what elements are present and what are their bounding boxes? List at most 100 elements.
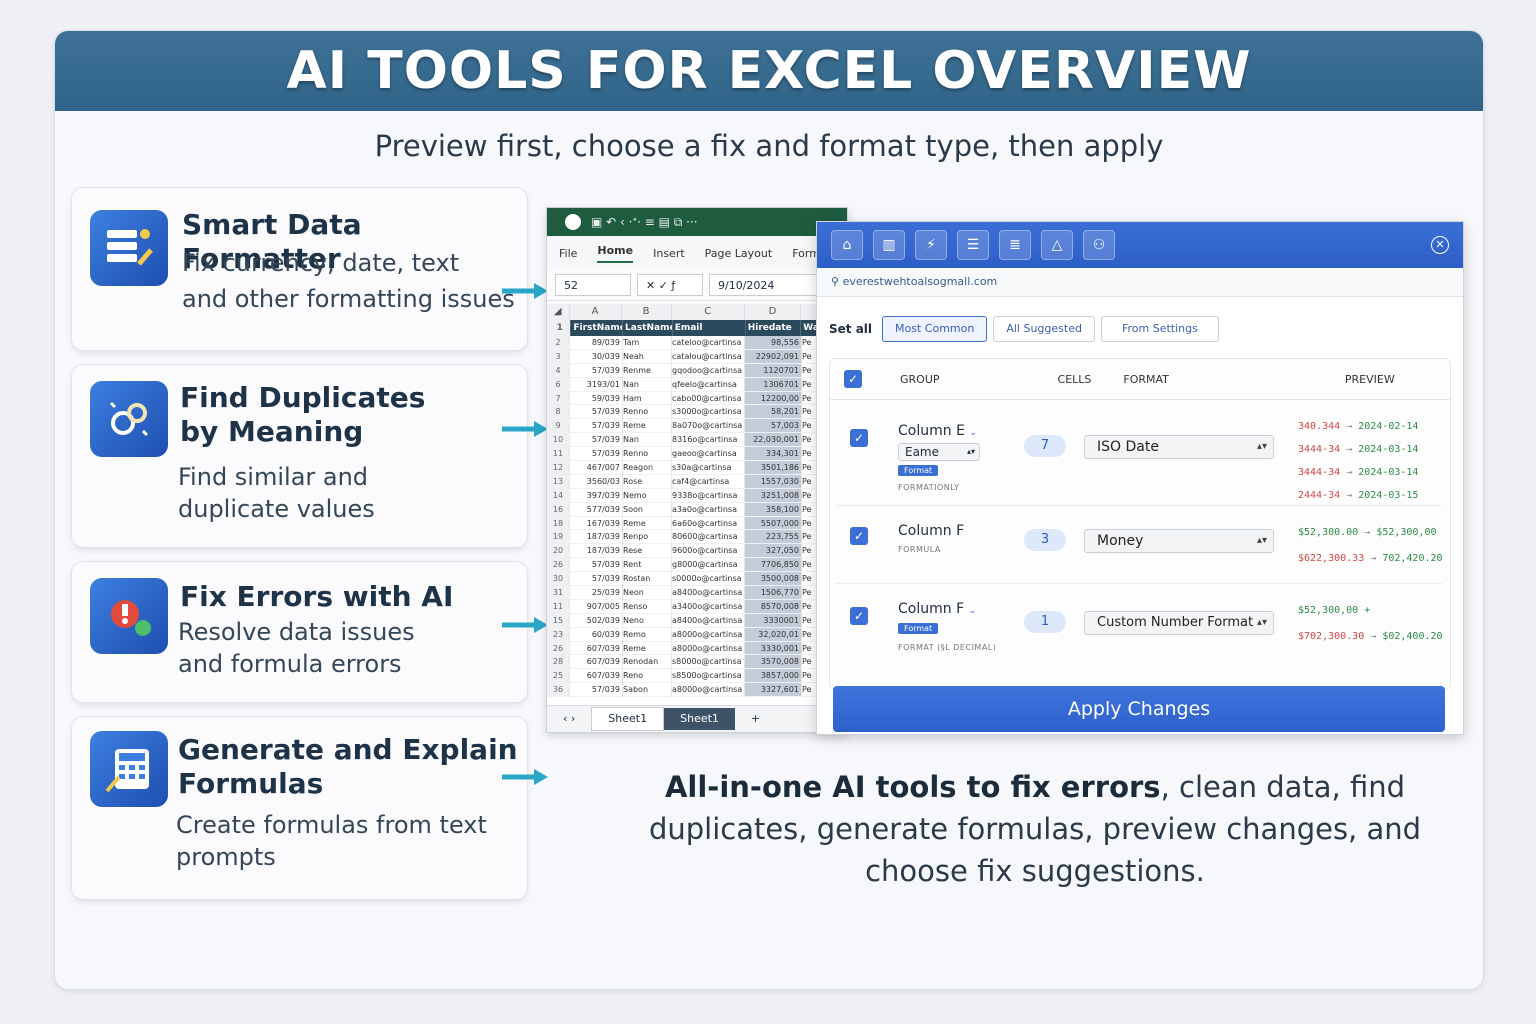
tab-page-layout[interactable]: Page Layout [705, 247, 773, 260]
grid-cell[interactable]: 607/039 [570, 669, 623, 684]
grid-cell[interactable]: 25/039 [570, 586, 623, 600]
grid-cell[interactable]: 57/039 [570, 363, 623, 378]
grid-cell[interactable]: 397/039 [570, 488, 623, 503]
name-box[interactable]: 52 [555, 274, 631, 296]
grid-cell[interactable]: g8000@cartinsa [672, 558, 745, 573]
grid-cell[interactable]: 607/039 [570, 641, 623, 656]
filter-from-settings[interactable]: From Settings [1100, 316, 1219, 342]
grid-cell[interactable]: 57/039 [570, 683, 623, 698]
filter-all-suggested[interactable]: All Suggested [993, 316, 1095, 342]
grid-cell[interactable]: 57/039 [570, 433, 623, 448]
grid-cell[interactable]: 22902,091 [745, 349, 802, 364]
grid-cell[interactable]: cateloo@cartinsa [672, 336, 745, 350]
header-cell[interactable]: LastName [623, 320, 673, 336]
grid-cell[interactable]: 334,301 [745, 447, 802, 462]
grid-cell[interactable]: Tam [623, 336, 672, 350]
grid-cell[interactable]: 22,030,001 [745, 433, 802, 448]
grid-cell[interactable]: Soon [623, 502, 672, 517]
warning-icon[interactable]: △ [1041, 230, 1073, 260]
grid-cell[interactable]: 59/039 [570, 391, 623, 406]
grid-cell[interactable]: 3327,601 [745, 683, 802, 698]
grid-cell[interactable]: 3857,000 [745, 669, 802, 684]
column-header[interactable]: D [745, 304, 801, 320]
grid-cell[interactable]: a8400o@cartinsa [672, 613, 745, 628]
grid-cell[interactable]: 907/005 [570, 599, 623, 614]
grid-cell[interactable]: 80600@cartinsa [672, 530, 745, 545]
grid-cell[interactable]: Nemo [623, 488, 672, 503]
grid-cell[interactable]: 3500,008 [745, 572, 802, 587]
grid-cell[interactable]: 1506,770 [745, 586, 802, 600]
sub-select[interactable]: Eame ▴▾ [898, 443, 980, 461]
grid-cell[interactable]: a8000o@cartinsa [672, 641, 745, 656]
grid-cell[interactable]: 8a070o@cartinsa [672, 419, 745, 434]
header-cell[interactable]: FirstName [571, 320, 624, 336]
grid-cell[interactable]: caf4@cartinsa [672, 474, 745, 489]
grid-cell[interactable]: Renpo [623, 530, 672, 545]
grid-cell[interactable]: Rent [623, 558, 672, 573]
grid-cell[interactable]: gqodoo@cartinsa [672, 363, 745, 378]
grid-cell[interactable]: 187/039 [570, 544, 623, 559]
grid-cell[interactable]: 12200,00 [745, 391, 802, 406]
book-icon[interactable]: ▥ [873, 230, 905, 260]
grid-cell[interactable]: Rese [623, 544, 672, 559]
grid-cell[interactable]: gaeoo@cartinsa [672, 447, 745, 462]
grid-cell[interactable]: 89/039 [570, 336, 623, 350]
grid-cell[interactable]: 5507,000 [745, 516, 802, 531]
grid-cell[interactable]: Reno [623, 669, 672, 684]
grid-cell[interactable]: Sabon [623, 683, 672, 698]
select-all-corner[interactable]: ◢ [547, 304, 570, 320]
grid-cell[interactable]: Nan [623, 433, 672, 448]
header-cell[interactable]: Email [672, 320, 746, 336]
grid-cell[interactable]: 9338o@cartinsa [672, 488, 745, 503]
grid-cell[interactable]: 502/039 [570, 613, 623, 628]
filter-most-common[interactable]: Most Common [882, 316, 988, 342]
grid-cell[interactable]: 1120701 [745, 363, 802, 378]
tab-home[interactable]: Home [597, 244, 634, 263]
column-header[interactable]: C [672, 304, 746, 320]
grid-cell[interactable]: 60/039 [570, 627, 623, 642]
grid-cell[interactable]: 467/007 [570, 461, 623, 475]
grid-cell[interactable]: Renno [623, 447, 672, 462]
grid-cell[interactable]: 57/039 [570, 405, 623, 420]
grid-cell[interactable]: catalou@cartinsa [672, 349, 745, 364]
grid-cell[interactable]: s3000o@cartinsa [672, 405, 745, 420]
quick-access-icons[interactable]: ▣ ↶ ‹ ·ᐩ· ≡ ▤ ⧉ ··· [591, 215, 698, 230]
wand-icon[interactable]: ⚡ [915, 230, 947, 260]
grid-cell[interactable]: 3570,008 [745, 655, 802, 670]
grid-cell[interactable]: 223,755 [745, 530, 802, 545]
grid-cell[interactable]: Ham [623, 391, 672, 406]
grid-cell[interactable]: 32,020,01 [745, 627, 802, 642]
format-select[interactable]: Money ▴▾ [1084, 529, 1274, 553]
grid-cell[interactable]: 9600o@cartinsa [672, 544, 745, 559]
grid-cell[interactable]: 8316o@cartinsa [672, 433, 745, 448]
grid-cell[interactable]: s30a@cartinsa [672, 461, 745, 475]
grid-cell[interactable]: a3400o@cartinsa [672, 599, 745, 614]
sheet-nav-icon[interactable]: ‹ › [547, 708, 591, 730]
add-sheet-icon[interactable]: + [735, 708, 776, 730]
grid-cell[interactable]: 57,003 [745, 419, 802, 434]
list-icon[interactable]: ☰ [957, 230, 989, 260]
grid-cell[interactable]: 98,556 [745, 336, 802, 350]
grid-cell[interactable]: 327,050 [745, 544, 802, 559]
row-checkbox[interactable]: ✓ [850, 429, 868, 447]
row-checkbox[interactable]: ✓ [850, 527, 868, 545]
grid-cell[interactable]: 167/039 [570, 516, 623, 531]
grid-cell[interactable]: Neon [623, 586, 672, 600]
grid-cell[interactable]: 3330,001 [745, 641, 802, 656]
tab-insert[interactable]: Insert [653, 247, 685, 260]
spreadsheet-grid[interactable]: ◢ A B C D E 1 FirstName LastName Email H… [547, 304, 847, 698]
grid-cell[interactable]: Neno [623, 613, 672, 628]
grid-cell[interactable]: 57/039 [570, 419, 623, 434]
grid-cell[interactable]: 57/039 [570, 572, 623, 587]
grid-cell[interactable]: 8570,008 [745, 599, 802, 614]
grid-cell[interactable]: 3501,186 [745, 461, 802, 475]
grid-cell[interactable]: 57/039 [570, 558, 623, 573]
select-all-checkbox[interactable]: ✓ [844, 370, 862, 388]
grid-cell[interactable]: 58,201 [745, 405, 802, 420]
close-icon[interactable]: ✕ [1431, 236, 1449, 254]
format-select[interactable]: Custom Number Format ▴▾ [1084, 611, 1274, 635]
grid-cell[interactable]: 30/039 [570, 349, 623, 364]
grid-cell[interactable]: Reagon [623, 461, 672, 475]
grid-cell[interactable]: 3193/01 [570, 377, 623, 392]
grid-cell[interactable]: s8000o@cartinsa [672, 655, 745, 670]
